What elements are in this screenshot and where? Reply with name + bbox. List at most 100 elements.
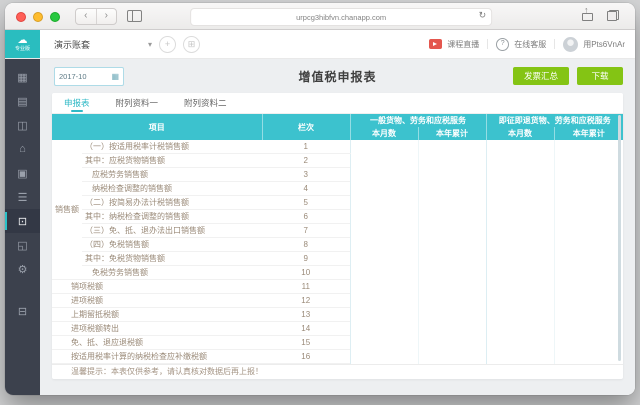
col-header-item: 项目 (52, 114, 262, 140)
vat-table: 项目 栏次 一般货物、劳务和应税服务 即征即退货物、劳务和应税服务 本月数 本年… (52, 114, 623, 364)
minimize-window-button[interactable] (33, 12, 43, 22)
row-number: 2 (262, 154, 350, 168)
divider (487, 39, 488, 49)
row-number: 6 (262, 210, 350, 224)
live-stream-icon (429, 39, 442, 49)
row-number: 11 (262, 280, 350, 294)
row-label: 上期留抵税额 (52, 308, 262, 322)
col-header-ytd-b: 本年累计 (554, 127, 623, 140)
row-label: 其中：免税货物销售额 (82, 252, 262, 266)
row-number: 10 (262, 266, 350, 280)
url-text: urpcg3hibfvn.chanapp.com (296, 13, 386, 22)
download-button[interactable]: 下载 (577, 67, 623, 85)
invoice-icon[interactable]: ▣ (5, 161, 40, 185)
row-label: 应税劳务销售额 (82, 168, 262, 182)
dashboard-icon[interactable]: ▦ (5, 65, 40, 89)
value-cell (418, 140, 486, 364)
row-number: 7 (262, 224, 350, 238)
reports-icon[interactable]: ◫ (5, 113, 40, 137)
table-row: 销售额（一）按适用税率计税销售额1 (52, 140, 623, 154)
help-icon: ? (496, 38, 509, 51)
show-tabs-icon[interactable] (607, 10, 619, 21)
row-label: 其中：纳税检查调整的销售额 (82, 210, 262, 224)
col-header-ytd-a: 本年累计 (418, 127, 486, 140)
add-account-button[interactable]: + (159, 36, 176, 53)
row-label: 进项税额转出 (52, 322, 262, 336)
col-header-section-a: 一般货物、劳务和应税服务 (350, 114, 486, 127)
share-icon[interactable]: ↑ (582, 9, 593, 21)
settings-icon[interactable]: ⚙ (5, 257, 40, 281)
history-nav: ‹ › (75, 8, 117, 25)
window-controls (16, 12, 60, 22)
sidebar-toggle-icon[interactable] (127, 10, 142, 22)
divider (554, 39, 555, 49)
row-number: 12 (262, 294, 350, 308)
apps-grid-button[interactable]: ⊞ (183, 36, 200, 53)
value-cell (486, 140, 554, 364)
row-number: 13 (262, 308, 350, 322)
content-area: ▦▤◫⌂▣☰⊡◱⚙⊟ 2017-10 ▦ 增值税申报表 发票汇总 下载 申报表 … (5, 59, 635, 395)
voucher-icon[interactable]: ▤ (5, 89, 40, 113)
browser-window: ‹ › urpcg3hibfvn.chanapp.com ↻ ↑ ☁ 专业版 演… (5, 3, 635, 395)
tab-attachment-2[interactable]: 附列资料二 (184, 93, 227, 113)
app-logo[interactable]: ☁ 专业版 (5, 30, 40, 58)
tax-icon[interactable]: ⊡ (5, 209, 40, 233)
assets-icon[interactable]: ◱ (5, 233, 40, 257)
period-value: 2017-10 (59, 72, 87, 81)
report-tabs: 申报表 附列资料一 附列资料二 (52, 93, 623, 114)
logo-label: 专业版 (15, 46, 30, 52)
salary-icon[interactable]: ☰ (5, 185, 40, 209)
share-arrow: ↑ (584, 5, 589, 15)
tab-declaration[interactable]: 申报表 (64, 93, 90, 113)
row-number: 5 (262, 196, 350, 210)
col-header-month-a: 本月数 (350, 127, 418, 140)
forward-button[interactable]: › (96, 9, 117, 24)
row-number: 16 (262, 350, 350, 364)
row-label: （三）免、抵、退办法出口销售额 (82, 224, 262, 238)
app-header: ☁ 专业版 演示账套 ▾ + ⊞ 课程直播 ? 在线客服 用Pts6VnAr (5, 30, 635, 59)
group-label: 销售额 (52, 140, 82, 280)
live-stream-link[interactable]: 课程直播 (447, 39, 479, 50)
row-number: 15 (262, 336, 350, 350)
row-label: 其中：应税货物销售额 (82, 154, 262, 168)
sidebar-nav: ▦▤◫⌂▣☰⊡◱⚙ ⊟ (5, 59, 40, 395)
user-name[interactable]: 用Pts6VnAr (583, 39, 625, 50)
row-label: （四）免税销售额 (82, 238, 262, 252)
online-support-link[interactable]: 在线客服 (514, 39, 546, 50)
row-label: 免税劳务销售额 (82, 266, 262, 280)
reload-icon[interactable]: ↻ (479, 10, 487, 21)
chevron-down-icon[interactable]: ▾ (148, 40, 152, 49)
period-picker[interactable]: 2017-10 ▦ (54, 67, 124, 86)
row-label: （一）按适用税率计税销售额 (82, 140, 262, 154)
row-label: 免、抵、退应退税额 (52, 336, 262, 350)
row-label: 纳税检查调整的销售额 (82, 182, 262, 196)
row-label: 销项税额 (52, 280, 262, 294)
table-body: 销售额（一）按适用税率计税销售额1其中：应税货物销售额2应税劳务销售额3纳税检查… (52, 140, 623, 364)
address-bar[interactable]: urpcg3hibfvn.chanapp.com ↻ (190, 8, 492, 26)
user-avatar[interactable] (563, 37, 578, 52)
funds-icon[interactable]: ⌂ (5, 137, 40, 161)
value-cell (350, 140, 418, 364)
back-button[interactable]: ‹ (76, 9, 96, 24)
row-number: 4 (262, 182, 350, 196)
col-header-section-b: 即征即退货物、劳务和应税服务 (486, 114, 623, 127)
vertical-scrollbar[interactable] (618, 115, 621, 361)
invoice-summary-button[interactable]: 发票汇总 (513, 67, 569, 85)
calendar-icon: ▦ (111, 72, 119, 81)
header-right: 课程直播 ? 在线客服 用Pts6VnAr (429, 30, 625, 58)
row-number: 8 (262, 238, 350, 252)
tab-attachment-1[interactable]: 附列资料一 (116, 93, 159, 113)
row-number: 3 (262, 168, 350, 182)
zoom-window-button[interactable] (50, 12, 60, 22)
account-name[interactable]: 演示账套 (54, 38, 90, 51)
row-label: 按适用税率计算的纳税检查应补缴税额 (52, 350, 262, 364)
row-label: 进项税额 (52, 294, 262, 308)
browser-toolbar: ‹ › urpcg3hibfvn.chanapp.com ↻ ↑ (5, 3, 635, 30)
checkout-icon[interactable]: ⊟ (5, 299, 40, 323)
value-cell (554, 140, 623, 364)
close-window-button[interactable] (16, 12, 26, 22)
row-label: （二）按简易办法计税销售额 (82, 196, 262, 210)
row-number: 1 (262, 140, 350, 154)
col-header-column-no: 栏次 (262, 114, 350, 140)
main-panel: 2017-10 ▦ 增值税申报表 发票汇总 下载 申报表 附列资料一 附列资料二 (40, 59, 635, 395)
